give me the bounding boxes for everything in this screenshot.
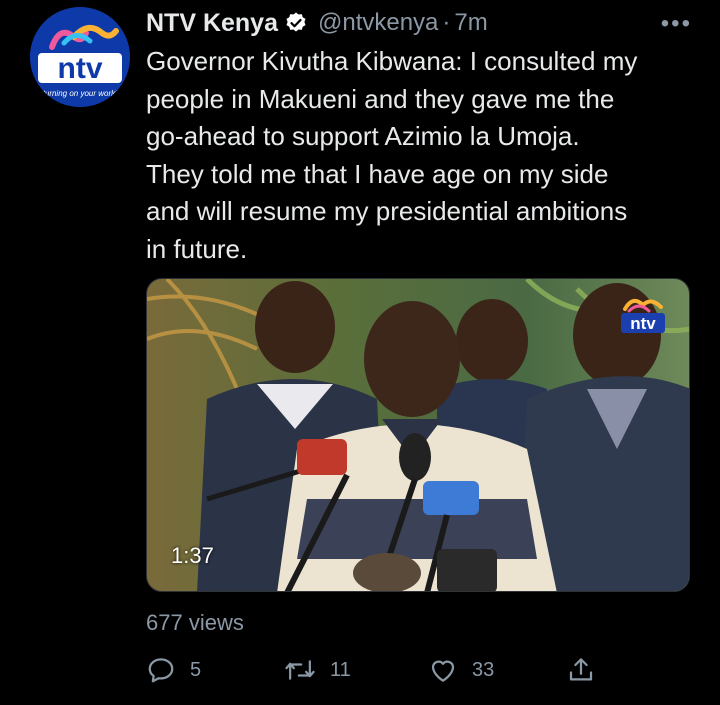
channel-watermark: ntv: [619, 295, 667, 335]
author-handle[interactable]: @ntvkenya: [318, 9, 438, 37]
retweet-button[interactable]: 11: [284, 650, 351, 690]
retweet-icon: [285, 660, 315, 680]
tweet-actions: 5 11 33: [146, 650, 606, 690]
reply-icon: [148, 658, 174, 683]
like-button[interactable]: 33: [428, 650, 494, 690]
reply-button[interactable]: 5: [146, 650, 201, 690]
more-icon[interactable]: •••: [661, 12, 692, 36]
ntv-logo: ntv turning on your world: [30, 7, 130, 107]
avatar-tagline: turning on your world: [43, 89, 118, 98]
tweet[interactable]: ntv turning on your world NTV Kenya @ntv…: [0, 0, 720, 705]
avatar-logo-text: ntv: [58, 52, 103, 85]
tweet-text: Governor Kivutha Kibwana: I consulted my…: [146, 46, 638, 264]
retweet-count: 11: [330, 658, 351, 681]
share-button[interactable]: [566, 650, 596, 690]
header-separator: ·: [442, 9, 451, 36]
tweet-header: NTV Kenya @ntvkenya · 7m: [146, 8, 488, 38]
video-player[interactable]: ntv 1:37: [146, 278, 690, 592]
video-thumbnail: [147, 279, 689, 591]
video-duration: 1:37: [171, 543, 214, 568]
like-count: 33: [472, 658, 495, 681]
avatar[interactable]: ntv turning on your world: [30, 7, 130, 107]
like-icon: [431, 660, 455, 682]
verified-icon: [284, 11, 308, 35]
tweet-timestamp[interactable]: 7m: [454, 9, 487, 37]
share-icon: [569, 658, 593, 681]
watermark-text: ntv: [630, 314, 656, 333]
view-count: 677 views: [146, 610, 244, 635]
reply-count: 5: [190, 658, 202, 681]
author-name[interactable]: NTV Kenya: [146, 9, 278, 38]
